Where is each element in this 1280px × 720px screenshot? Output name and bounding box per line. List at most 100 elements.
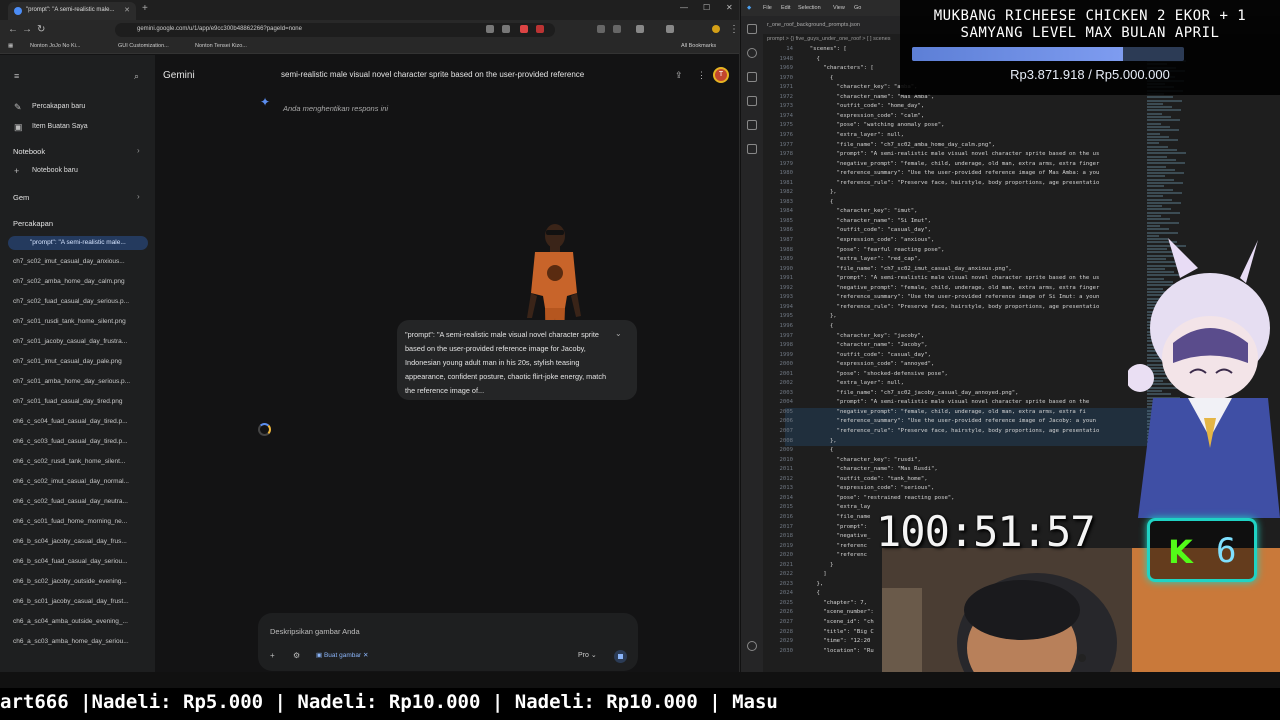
code-line[interactable]: "scene_id": "ch xyxy=(803,618,874,628)
code-line[interactable]: "scenes": [ xyxy=(803,45,847,55)
code-line[interactable]: { xyxy=(803,322,833,332)
run-debug-icon[interactable] xyxy=(747,96,757,106)
chat-list-item[interactable]: ch6_b_sc04_jacoby_casual_day_frus... xyxy=(13,538,145,545)
code-line[interactable]: "character_key": "rusdi", xyxy=(803,456,921,466)
code-line[interactable]: "pose": "restrained reacting pose", xyxy=(803,494,955,504)
menu-icon[interactable]: ≡ xyxy=(14,71,19,81)
breadcrumb-text[interactable]: prompt > {} five_guys_under_one_roof > [… xyxy=(767,36,891,42)
code-line[interactable]: "pose": "shocked-defensive pose", xyxy=(803,370,948,380)
menu-view[interactable]: View xyxy=(833,5,845,11)
code-line[interactable]: }, xyxy=(803,312,837,322)
code-line[interactable]: "pose": "fearful reacting pose", xyxy=(803,246,945,256)
my-items-link[interactable]: Item Buatan Saya xyxy=(32,123,88,130)
code-line[interactable]: "reference_rule": "Preserve face, hairst… xyxy=(803,427,1100,437)
extension-icon[interactable] xyxy=(666,25,674,33)
code-line[interactable]: "time": "12:20 xyxy=(803,637,870,647)
code-line[interactable]: "referenc xyxy=(803,542,867,552)
code-line[interactable]: "outfit_code": "casual_day", xyxy=(803,351,931,361)
chat-list-item[interactable]: ch6_b_sc01_jacoby_casual_day_frust... xyxy=(13,598,145,605)
avatar[interactable]: T xyxy=(713,67,729,83)
menu-file[interactable]: File xyxy=(763,5,772,11)
chat-list-item[interactable]: ch6_c_sc01_fuad_home_morning_ne... xyxy=(13,518,145,525)
chat-list-item[interactable]: ch7_sc01_amba_home_day_serious.p... xyxy=(13,378,145,385)
code-line[interactable]: }, xyxy=(803,437,837,447)
code-line[interactable]: "negative_prompt": "female, child, under… xyxy=(803,160,1100,170)
prompt-input-placeholder[interactable]: Deskripsikan gambar Anda xyxy=(270,627,360,636)
remote-icon[interactable] xyxy=(747,144,757,154)
code-line[interactable]: "extra_layer": null, xyxy=(803,379,904,389)
close-window-icon[interactable]: ✕ xyxy=(726,3,733,12)
code-line[interactable]: "extra_layer": null, xyxy=(803,131,904,141)
reload-icon[interactable]: ↻ xyxy=(37,24,45,35)
chat-list-item[interactable]: ch6_c_sc02_fuad_casual_day_neutra... xyxy=(13,498,145,505)
stop-button[interactable] xyxy=(614,650,627,663)
code-line[interactable]: "negative_prompt": "female, child, under… xyxy=(803,284,1100,294)
code-line[interactable]: }, xyxy=(803,580,823,590)
source-control-icon[interactable] xyxy=(747,72,757,82)
all-bookmarks-link[interactable]: All Bookmarks xyxy=(681,43,716,49)
code-line[interactable]: "prompt": xyxy=(803,523,867,533)
chat-list-item[interactable]: ch6_b_sc02_jacoby_outside_evening... xyxy=(13,578,145,585)
code-line[interactable]: "file_name": "ch7_sc02_amba_home_day_cal… xyxy=(803,141,995,151)
new-notebook-button[interactable]: Notebook baru xyxy=(32,167,78,174)
editor-tab[interactable]: r_one_roof_background_prompts.json xyxy=(767,22,860,28)
buat-gambar-chip[interactable]: ▣ Buat gambar ✕ xyxy=(316,651,368,659)
menu-go[interactable]: Go xyxy=(854,5,861,11)
gem-heading[interactable]: Gem xyxy=(13,193,29,202)
close-chip-icon[interactable]: ✕ xyxy=(363,652,368,659)
code-line[interactable]: "expression_code": "calm", xyxy=(803,112,925,122)
code-line[interactable]: "extra_lay xyxy=(803,503,871,513)
chat-list-item[interactable]: ch7_sc01_fuad_casual_day_tired.png xyxy=(13,398,145,405)
code-line[interactable]: "negative_prompt": "female, child, under… xyxy=(803,408,1086,418)
code-line[interactable]: } xyxy=(803,561,833,571)
code-line[interactable]: ] xyxy=(803,570,826,580)
chat-list-item[interactable]: ch7_sc02_fuad_casual_day_serious.p... xyxy=(13,298,145,305)
code-line[interactable]: "reference_summary": "Use the user-provi… xyxy=(803,293,1100,303)
new-chat-button[interactable]: Percakapan baru xyxy=(32,103,85,110)
code-line[interactable]: "reference_summary": "Use the user-provi… xyxy=(803,417,1096,427)
chat-list-item[interactable]: ch7_sc01_jacoby_casual_day_frustra... xyxy=(13,338,145,345)
account-icon[interactable] xyxy=(747,641,757,651)
profile-icon[interactable] xyxy=(712,25,720,33)
explorer-icon[interactable] xyxy=(747,24,757,34)
bookmark-item[interactable]: GUI Customization... xyxy=(118,43,169,49)
chat-list-item[interactable]: ch7_sc01_imut_casual_day_pale.png xyxy=(13,358,145,365)
code-line[interactable]: "expression_code": "serious", xyxy=(803,484,935,494)
code-line[interactable]: "prompt": "A semi-realistic male visual … xyxy=(803,398,1090,408)
code-line[interactable]: "character_key": "jacoby", xyxy=(803,332,925,342)
bookmark-item[interactable]: Nonton Tensei Kizo... xyxy=(195,43,247,49)
more-options-icon[interactable]: ⋮ xyxy=(697,70,706,81)
code-line[interactable]: "character_name": "Jacoby", xyxy=(803,341,928,351)
plus-icon[interactable]: + xyxy=(270,651,275,660)
minimize-icon[interactable]: — xyxy=(680,3,688,12)
code-line[interactable]: "outfit_code": "home_day", xyxy=(803,102,925,112)
chat-list-item[interactable]: ch6_c_sc02_rusdi_tank_home_silent... xyxy=(13,458,145,465)
chat-list-item[interactable]: ch6_c_sc04_fuad_casual_day_tired.p... xyxy=(13,418,145,425)
search-icon[interactable]: ⌕ xyxy=(134,71,139,82)
code-line[interactable]: "outfit_code": "tank_home", xyxy=(803,475,928,485)
code-line[interactable]: "prompt": "A semi-realistic male visual … xyxy=(803,150,1100,160)
code-line[interactable]: "scene_number": xyxy=(803,608,874,618)
chevron-right-icon[interactable]: › xyxy=(137,146,140,155)
share-icon[interactable] xyxy=(502,25,510,33)
code-line[interactable]: "characters": [ xyxy=(803,64,874,74)
code-line[interactable]: { xyxy=(803,446,833,456)
chat-list-item[interactable]: ch6_a_sc03_amba_home_day_seriou... xyxy=(13,638,145,645)
apps-icon[interactable]: ▦ xyxy=(8,43,13,49)
browser-tab[interactable]: "prompt": "A semi-realistic male... ✕ xyxy=(8,2,136,20)
code-line[interactable]: "reference_rule": "Preserve face, hairst… xyxy=(803,303,1100,313)
chevron-down-icon[interactable]: ⌄ xyxy=(615,329,622,338)
chat-list-item[interactable]: ch6_c_sc02_imut_casual_day_normal... xyxy=(13,478,145,485)
menu-selection[interactable]: Selection xyxy=(798,5,821,11)
bookmark-item[interactable]: Nonton JoJo No Ki... xyxy=(30,43,80,49)
chat-list-item[interactable]: ch7_sc02_imut_casual_day_anxious... xyxy=(13,258,145,265)
browser-menu-icon[interactable]: ⋮ xyxy=(729,24,739,35)
code-line[interactable]: "chapter": 7, xyxy=(803,599,867,609)
extensions-icon[interactable] xyxy=(747,120,757,130)
code-line[interactable]: "character_name": "Mas Rusdi", xyxy=(803,465,938,475)
new-tab-icon[interactable]: + xyxy=(142,3,148,14)
chat-list-item[interactable]: ch7_sc02_amba_home_day_calm.png xyxy=(13,278,145,285)
code-line[interactable]: "outfit_code": "casual_day", xyxy=(803,226,931,236)
code-line[interactable]: "expression_code": "annoyed", xyxy=(803,360,935,370)
code-line[interactable]: "negative_ xyxy=(803,532,871,542)
